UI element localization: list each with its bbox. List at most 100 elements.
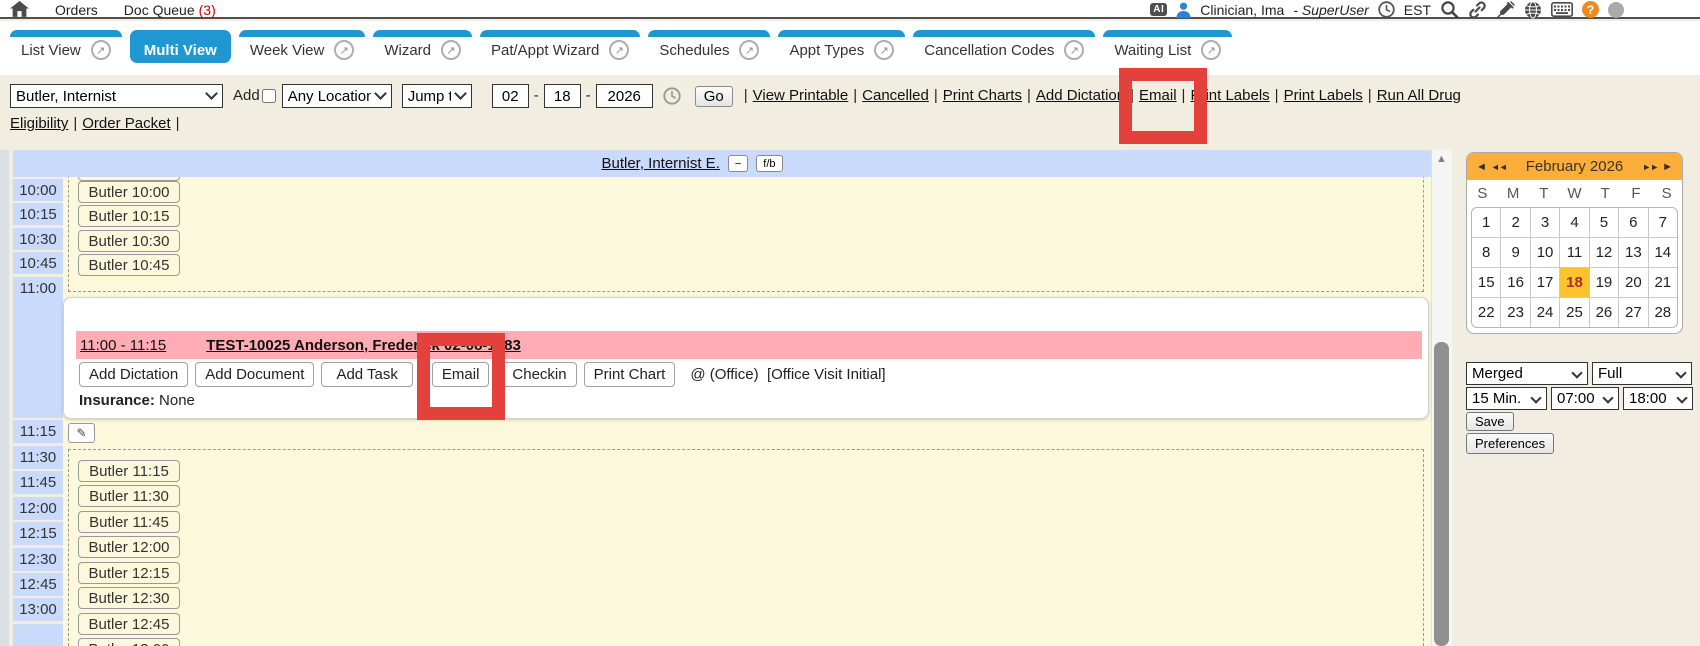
- scrollbar-thumb[interactable]: [1434, 342, 1449, 646]
- tab-list-view[interactable]: List View↗: [10, 30, 122, 63]
- location-select[interactable]: Any Location: [282, 82, 392, 110]
- patient-link[interactable]: TEST-10025 Anderson, Frederick 02-08-198…: [206, 337, 521, 354]
- calendar-day[interactable]: 21: [1649, 268, 1677, 297]
- calendar-day[interactable]: 22: [1472, 298, 1500, 327]
- open-slot-button[interactable]: Butler 13:00: [78, 638, 180, 646]
- calendar-day[interactable]: 27: [1619, 298, 1647, 327]
- calendar-prev-year-icon[interactable]: ◄◄: [1489, 162, 1509, 172]
- open-slot-button[interactable]: Butler 12:45: [78, 613, 180, 635]
- tab-pat-appt-wizard[interactable]: Pat/Appt Wizard↗: [480, 30, 640, 63]
- tab-waiting-list[interactable]: Waiting List↗: [1103, 30, 1232, 63]
- external-link-icon[interactable]: ↗: [739, 40, 759, 60]
- appointment-time-link[interactable]: 11:00 - 11:15: [80, 337, 166, 354]
- edit-slot-button[interactable]: ✎: [68, 423, 95, 443]
- tab-appt-types[interactable]: Appt Types↗: [778, 30, 905, 63]
- open-slot-button[interactable]: Butler 11:15: [78, 460, 180, 482]
- tab-cancellation-codes[interactable]: Cancellation Codes↗: [913, 30, 1095, 63]
- calendar-day[interactable]: 13: [1619, 238, 1647, 267]
- open-slot-button[interactable]: Butler 12:00: [78, 536, 180, 558]
- calendar-day[interactable]: 28: [1649, 298, 1677, 327]
- calendar-day[interactable]: 25: [1560, 298, 1588, 327]
- collapse-column-button[interactable]: −: [728, 155, 748, 172]
- print-labels-link[interactable]: Print Labels: [1190, 87, 1269, 104]
- provider-header-link[interactable]: Butler, Internist E.: [601, 155, 719, 172]
- print-chart-button[interactable]: Print Chart: [584, 362, 676, 387]
- open-slot-button[interactable]: Butler 12:30: [78, 587, 180, 609]
- date-day-input[interactable]: [544, 84, 581, 108]
- calendar-next-year-icon[interactable]: ►►: [1640, 162, 1660, 172]
- print-charts-link[interactable]: Print Charts: [943, 87, 1022, 104]
- add-dictation-link[interactable]: Add Dictation: [1036, 87, 1125, 104]
- calendar-day[interactable]: 12: [1590, 238, 1618, 267]
- home-icon[interactable]: [10, 1, 29, 18]
- view-printable-link[interactable]: View Printable: [753, 87, 849, 104]
- interval-select[interactable]: 15 Min.: [1466, 387, 1547, 410]
- column-width-select[interactable]: Full: [1592, 362, 1692, 385]
- start-time-select[interactable]: 07:00: [1551, 387, 1619, 410]
- calendar-day[interactable]: 19: [1590, 268, 1618, 297]
- calendar-day[interactable]: 3: [1531, 208, 1559, 237]
- print-labels-link-2[interactable]: Print Labels: [1284, 87, 1363, 104]
- calendar-day[interactable]: 26: [1590, 298, 1618, 327]
- fb-button[interactable]: f/b: [756, 155, 782, 172]
- external-link-icon[interactable]: ↗: [609, 40, 629, 60]
- calendar-day[interactable]: 5: [1590, 208, 1618, 237]
- calendar-day[interactable]: 14: [1649, 238, 1677, 267]
- tab-multi-view[interactable]: Multi View: [130, 30, 231, 63]
- order-packet-link[interactable]: Order Packet: [82, 115, 170, 132]
- calendar-day[interactable]: 7: [1649, 208, 1677, 237]
- cancelled-link[interactable]: Cancelled: [862, 87, 929, 104]
- add-task-button[interactable]: Add Task: [321, 362, 412, 387]
- calendar-day[interactable]: 24: [1531, 298, 1559, 327]
- end-time-select[interactable]: 18:00: [1623, 387, 1693, 410]
- open-slot-button[interactable]: Butler 10:45: [78, 254, 180, 276]
- calendar-day-selected[interactable]: 18: [1560, 268, 1588, 297]
- calendar-day[interactable]: 20: [1619, 268, 1647, 297]
- open-slot-button[interactable]: Butler 10:30: [78, 230, 180, 252]
- date-month-input[interactable]: [492, 84, 529, 108]
- search-icon[interactable]: [1440, 0, 1459, 19]
- add-checkbox[interactable]: [262, 89, 276, 103]
- calendar-next-month-icon[interactable]: ►: [1660, 161, 1675, 173]
- calendar-day[interactable]: 23: [1501, 298, 1529, 327]
- preferences-button[interactable]: Preferences: [1466, 433, 1554, 454]
- calendar-prev-month-icon[interactable]: ◄: [1474, 161, 1489, 173]
- external-link-icon[interactable]: ↗: [1201, 40, 1221, 60]
- open-slot-button[interactable]: Butler 11:45: [78, 511, 180, 533]
- external-link-icon[interactable]: ↗: [91, 40, 111, 60]
- calendar-day[interactable]: 10: [1531, 238, 1559, 267]
- checkin-button[interactable]: Checkin: [502, 362, 576, 387]
- tab-week-view[interactable]: Week View↗: [239, 30, 365, 63]
- link-icon[interactable]: [1468, 1, 1487, 19]
- calendar-day[interactable]: 11: [1560, 238, 1588, 267]
- add-dictation-button[interactable]: Add Dictation: [79, 362, 188, 387]
- external-link-icon[interactable]: ↗: [334, 40, 354, 60]
- calendar-day[interactable]: 6: [1619, 208, 1647, 237]
- calendar-day[interactable]: 15: [1472, 268, 1500, 297]
- calendar-day[interactable]: 9: [1501, 238, 1529, 267]
- email-link[interactable]: Email: [1139, 82, 1177, 110]
- ai-badge[interactable]: AI: [1150, 3, 1167, 16]
- calendar-day[interactable]: 2: [1501, 208, 1529, 237]
- add-document-button[interactable]: Add Document: [195, 362, 314, 387]
- scroll-up-icon[interactable]: ▲: [1433, 153, 1450, 165]
- nav-doc-queue[interactable]: Doc Queue(3): [124, 2, 216, 18]
- tab-wizard[interactable]: Wizard↗: [373, 30, 472, 63]
- keyboard-icon[interactable]: [1551, 2, 1573, 17]
- save-button[interactable]: Save: [1466, 412, 1514, 431]
- calendar-day[interactable]: 8: [1472, 238, 1500, 267]
- go-button[interactable]: Go: [695, 86, 733, 107]
- date-year-input[interactable]: [596, 84, 653, 108]
- merge-view-select[interactable]: Merged: [1466, 362, 1588, 385]
- nav-orders[interactable]: Orders: [55, 2, 98, 18]
- calendar-day[interactable]: 17: [1531, 268, 1559, 297]
- open-slot-button[interactable]: Butler 10:15: [78, 205, 180, 227]
- tab-schedules[interactable]: Schedules↗: [648, 30, 770, 63]
- external-link-icon[interactable]: ↗: [874, 40, 894, 60]
- user-name[interactable]: Clinician, Ima: [1200, 2, 1284, 18]
- external-link-icon[interactable]: ↗: [1064, 40, 1084, 60]
- open-slot-button[interactable]: Butler 12:15: [78, 562, 180, 584]
- calendar-day[interactable]: 1: [1472, 208, 1500, 237]
- globe-icon[interactable]: [1524, 1, 1542, 19]
- open-slot-button[interactable]: Butler 10:00: [78, 181, 180, 203]
